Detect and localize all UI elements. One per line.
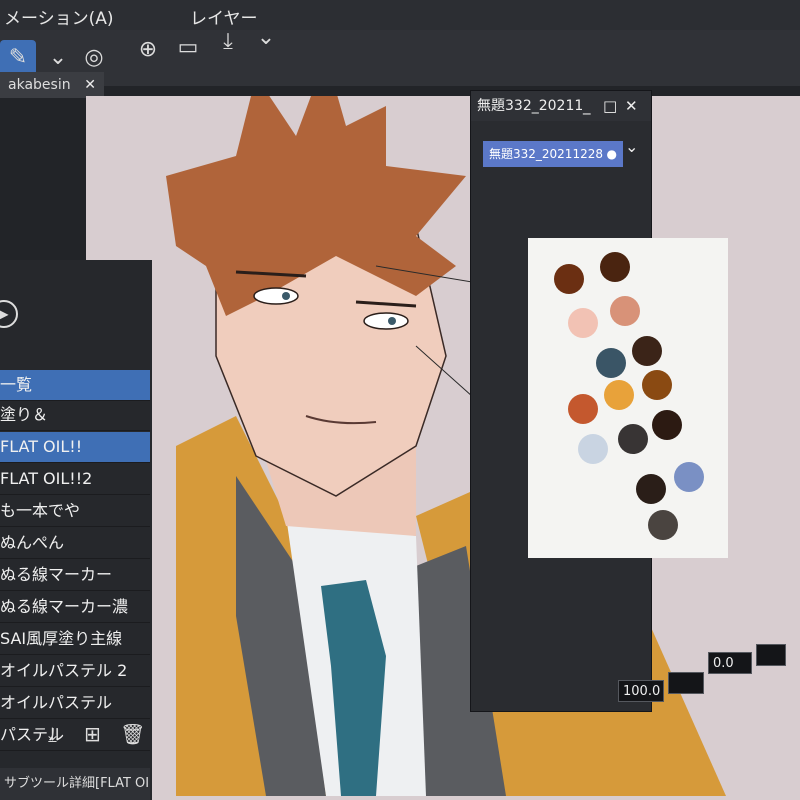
chevron-down-icon[interactable]: ⌄ xyxy=(248,20,284,56)
brush-item[interactable]: ぬんぺん xyxy=(0,528,150,559)
add-subtool-icon[interactable]: ⊞ xyxy=(84,722,101,746)
iris-left xyxy=(282,292,290,300)
color-swatch[interactable] xyxy=(642,370,672,400)
document-tab[interactable]: akabesin ✕ xyxy=(0,72,104,98)
brush-item[interactable]: オイルパステル 2 xyxy=(0,656,150,687)
save-icon[interactable]: ⤓ xyxy=(210,24,246,60)
sub-tool-detail-label[interactable]: サブツール詳細[FLAT OIL!!] xyxy=(0,768,150,800)
minimize-icon[interactable]: _ xyxy=(583,91,591,121)
eye-left xyxy=(253,287,299,305)
maximize-icon[interactable]: □ xyxy=(603,91,617,121)
trash-icon[interactable]: 🗑 xyxy=(120,722,145,746)
play-icon[interactable]: ▶ xyxy=(0,300,18,328)
brush-item[interactable]: も一本でや xyxy=(0,496,150,527)
edit-pen-icon[interactable]: ✎ xyxy=(0,40,36,76)
color-swatch[interactable] xyxy=(632,336,662,366)
brush-item[interactable]: 塗り＆ xyxy=(0,400,150,431)
document-tab-label: akabesin xyxy=(8,77,71,93)
color-swatch[interactable] xyxy=(652,410,682,440)
new-file-icon[interactable]: ⊕ xyxy=(130,32,166,68)
empty-field[interactable] xyxy=(668,672,704,694)
color-swatch[interactable] xyxy=(604,380,634,410)
color-swatch[interactable] xyxy=(578,434,608,464)
color-swatch[interactable] xyxy=(674,462,704,492)
copy-subtool-icon[interactable]: ⤓ xyxy=(48,722,57,746)
color-swatch[interactable] xyxy=(618,424,648,454)
color-swatch[interactable] xyxy=(554,264,584,294)
brush-item[interactable]: SAI風厚塗り主線 xyxy=(0,624,150,655)
color-swatch[interactable] xyxy=(596,348,626,378)
spiral-icon[interactable]: ◎ xyxy=(76,40,112,76)
color-swatch[interactable] xyxy=(636,474,666,504)
empty-field[interactable] xyxy=(756,644,786,666)
angle-field[interactable]: 0.0 xyxy=(708,652,752,674)
eye-right xyxy=(363,312,409,330)
brush-item[interactable]: オイルパステル xyxy=(0,688,150,719)
menu-bar: メーション(A) レイヤー xyxy=(0,0,800,30)
open-folder-icon[interactable]: ▭ xyxy=(170,30,206,66)
color-swatch[interactable] xyxy=(648,510,678,540)
brush-item[interactable]: ぬる線マーカー濃 xyxy=(0,592,150,623)
color-swatch[interactable] xyxy=(568,394,598,424)
color-swatch-area xyxy=(528,238,728,558)
sub-tool-footer: ⤓ ⊞ 🗑 xyxy=(20,718,150,752)
screen: メーション(A) レイヤー ✎ ⌄ ◎ ⊕ ▭ ⤓ ⌄ akabesin ✕ ▶… xyxy=(0,0,800,800)
menu-animation[interactable]: メーション(A) xyxy=(4,4,114,29)
chevron-down-icon[interactable]: ⌄ xyxy=(625,137,638,156)
close-icon[interactable]: ✕ xyxy=(625,91,638,121)
color-set-titlebar: 無題332_20211 xyxy=(471,91,651,121)
iris-right xyxy=(388,317,396,325)
close-icon[interactable]: ✕ xyxy=(84,72,96,98)
color-swatch[interactable] xyxy=(610,296,640,326)
brush-group-header[interactable]: 一覧 xyxy=(0,370,150,401)
color-swatch[interactable] xyxy=(568,308,598,338)
brush-item-selected[interactable]: FLAT OIL!! xyxy=(0,432,150,463)
toolbar: ✎ ⌄ ◎ ⊕ ▭ ⤓ ⌄ xyxy=(0,25,800,86)
color-set-title: 無題332_20211 xyxy=(477,98,584,114)
brush-item[interactable]: FLAT OIL!!2 xyxy=(0,464,150,495)
color-set-select[interactable]: 無題332_20211228 ● xyxy=(483,141,623,167)
color-swatch[interactable] xyxy=(600,252,630,282)
chevron-down-icon[interactable]: ⌄ xyxy=(40,40,76,76)
opacity-field[interactable]: 100.0 xyxy=(618,680,664,702)
color-set-name: 無題332_20211228 xyxy=(489,147,603,161)
brush-item[interactable]: ぬる線マーカー xyxy=(0,560,150,591)
dot-icon: ● xyxy=(606,147,617,161)
